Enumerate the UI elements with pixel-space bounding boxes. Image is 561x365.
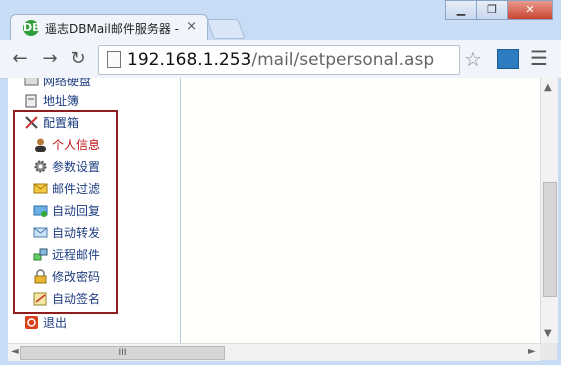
new-tab-button[interactable] [206, 19, 246, 39]
sidebar-item-label: 邮件过滤 [52, 181, 101, 196]
sidebar-item-label: 远程邮件 [52, 247, 101, 262]
close-window-button[interactable]: ✕ [507, 0, 553, 20]
exit-icon [25, 315, 38, 329]
sidebar-item-label: 自动签名 [52, 291, 101, 306]
sidebar-item-label: 网络硬盘 [43, 78, 92, 88]
auto-forward-icon [33, 227, 48, 237]
bookmark-star-icon[interactable]: ☆ [464, 47, 482, 71]
left-nav-frame: 网络硬盘 地址簿 配置箱 个人信息 参数设置 邮件过滤 自动回复 自动转发 远程… [8, 78, 181, 343]
remote-mail-icon [33, 248, 48, 260]
page-viewport: 网络硬盘 地址簿 配置箱 个人信息 参数设置 邮件过滤 自动回复 自动转发 远程… [8, 78, 540, 343]
url-host: 192.168.1.253 [127, 50, 252, 70]
vertical-scroll-thumb[interactable] [543, 182, 557, 297]
browser-window: DB 遥志DBMail邮件服务器 - × ▁ ❐ ✕ ← → ↻ 192.168… [0, 0, 561, 365]
sidebar-item-label: 配置箱 [43, 115, 80, 130]
sidebar-item-personal-info[interactable]: 个人信息 [33, 135, 100, 153]
browser-tab[interactable]: DB 遥志DBMail邮件服务器 - × [10, 14, 208, 41]
restore-button[interactable]: ❐ [476, 0, 508, 20]
lock-icon [34, 268, 47, 283]
sidebar-item-params[interactable]: 参数设置 [33, 157, 100, 175]
sidebar-item-logout[interactable]: 退出 [24, 313, 67, 331]
user-icon [35, 138, 46, 152]
sidebar-item-auto-signature[interactable]: 自动签名 [33, 289, 100, 307]
sidebar-item-auto-forward[interactable]: 自动转发 [33, 223, 100, 241]
scroll-corner [540, 343, 557, 360]
horizontal-scrollbar[interactable]: ◄ III ► [8, 343, 540, 361]
auto-reply-icon [33, 205, 48, 217]
tools-icon [25, 115, 38, 129]
favicon-icon: DB [23, 20, 41, 36]
scroll-right-icon[interactable]: ► [528, 346, 536, 357]
horizontal-scroll-thumb[interactable]: III [20, 346, 225, 360]
sidebar-item-label: 个人信息 [52, 137, 101, 152]
sidebar-item-config[interactable]: 配置箱 [24, 113, 79, 131]
sidebar-item-remote-mail[interactable]: 远程邮件 [33, 245, 100, 263]
signature-icon [33, 292, 47, 305]
gear-icon [34, 160, 47, 172]
extension-icon[interactable] [497, 49, 519, 69]
tab-title: 遥志DBMail邮件服务器 - [45, 22, 179, 36]
content-frame [181, 78, 540, 343]
url-path: /mail/setpersonal.asp [251, 50, 435, 70]
scroll-down-icon[interactable]: ▼ [544, 328, 552, 339]
address-bar[interactable]: 192.168.1.253/mail/setpersonal.asp [98, 45, 460, 75]
back-button[interactable]: ← [10, 49, 30, 69]
sidebar-item-label: 修改密码 [52, 269, 101, 284]
sidebar-item-auto-reply[interactable]: 自动回复 [33, 201, 100, 219]
tab-close-icon[interactable]: × [186, 19, 197, 34]
address-book-icon [25, 94, 37, 107]
sidebar-item-netdisk[interactable]: 网络硬盘 [24, 78, 91, 89]
sidebar-item-label: 地址簿 [43, 93, 80, 108]
sidebar-item-label: 退出 [43, 315, 68, 330]
window-controls: ▁ ❐ ✕ [445, 0, 553, 20]
reload-button[interactable]: ↻ [68, 49, 88, 69]
scroll-left-icon[interactable]: ◄ [11, 346, 19, 357]
scroll-up-icon[interactable]: ▲ [544, 82, 552, 93]
page-icon [107, 51, 121, 68]
sidebar-item-change-password[interactable]: 修改密码 [33, 267, 100, 285]
sidebar-item-label: 自动转发 [52, 225, 101, 240]
browser-toolbar: ← → ↻ 192.168.1.253/mail/setpersonal.asp… [0, 40, 561, 79]
tab-bar: DB 遥志DBMail邮件服务器 - × ▁ ❐ ✕ [0, 0, 561, 41]
menu-icon[interactable]: ☰ [530, 48, 548, 68]
mail-filter-icon [33, 183, 48, 193]
sidebar-item-mail-filter[interactable]: 邮件过滤 [33, 179, 100, 197]
url-text: 192.168.1.253/mail/setpersonal.asp [127, 50, 434, 70]
sidebar-item-address-book[interactable]: 地址簿 [24, 91, 79, 109]
sidebar-item-label: 参数设置 [52, 159, 101, 174]
minimize-button[interactable]: ▁ [445, 0, 477, 20]
disk-icon [24, 78, 39, 85]
sidebar-item-label: 自动回复 [52, 203, 101, 218]
forward-button[interactable]: → [40, 49, 60, 69]
vertical-scrollbar[interactable]: ▲ ▼ [540, 78, 558, 343]
